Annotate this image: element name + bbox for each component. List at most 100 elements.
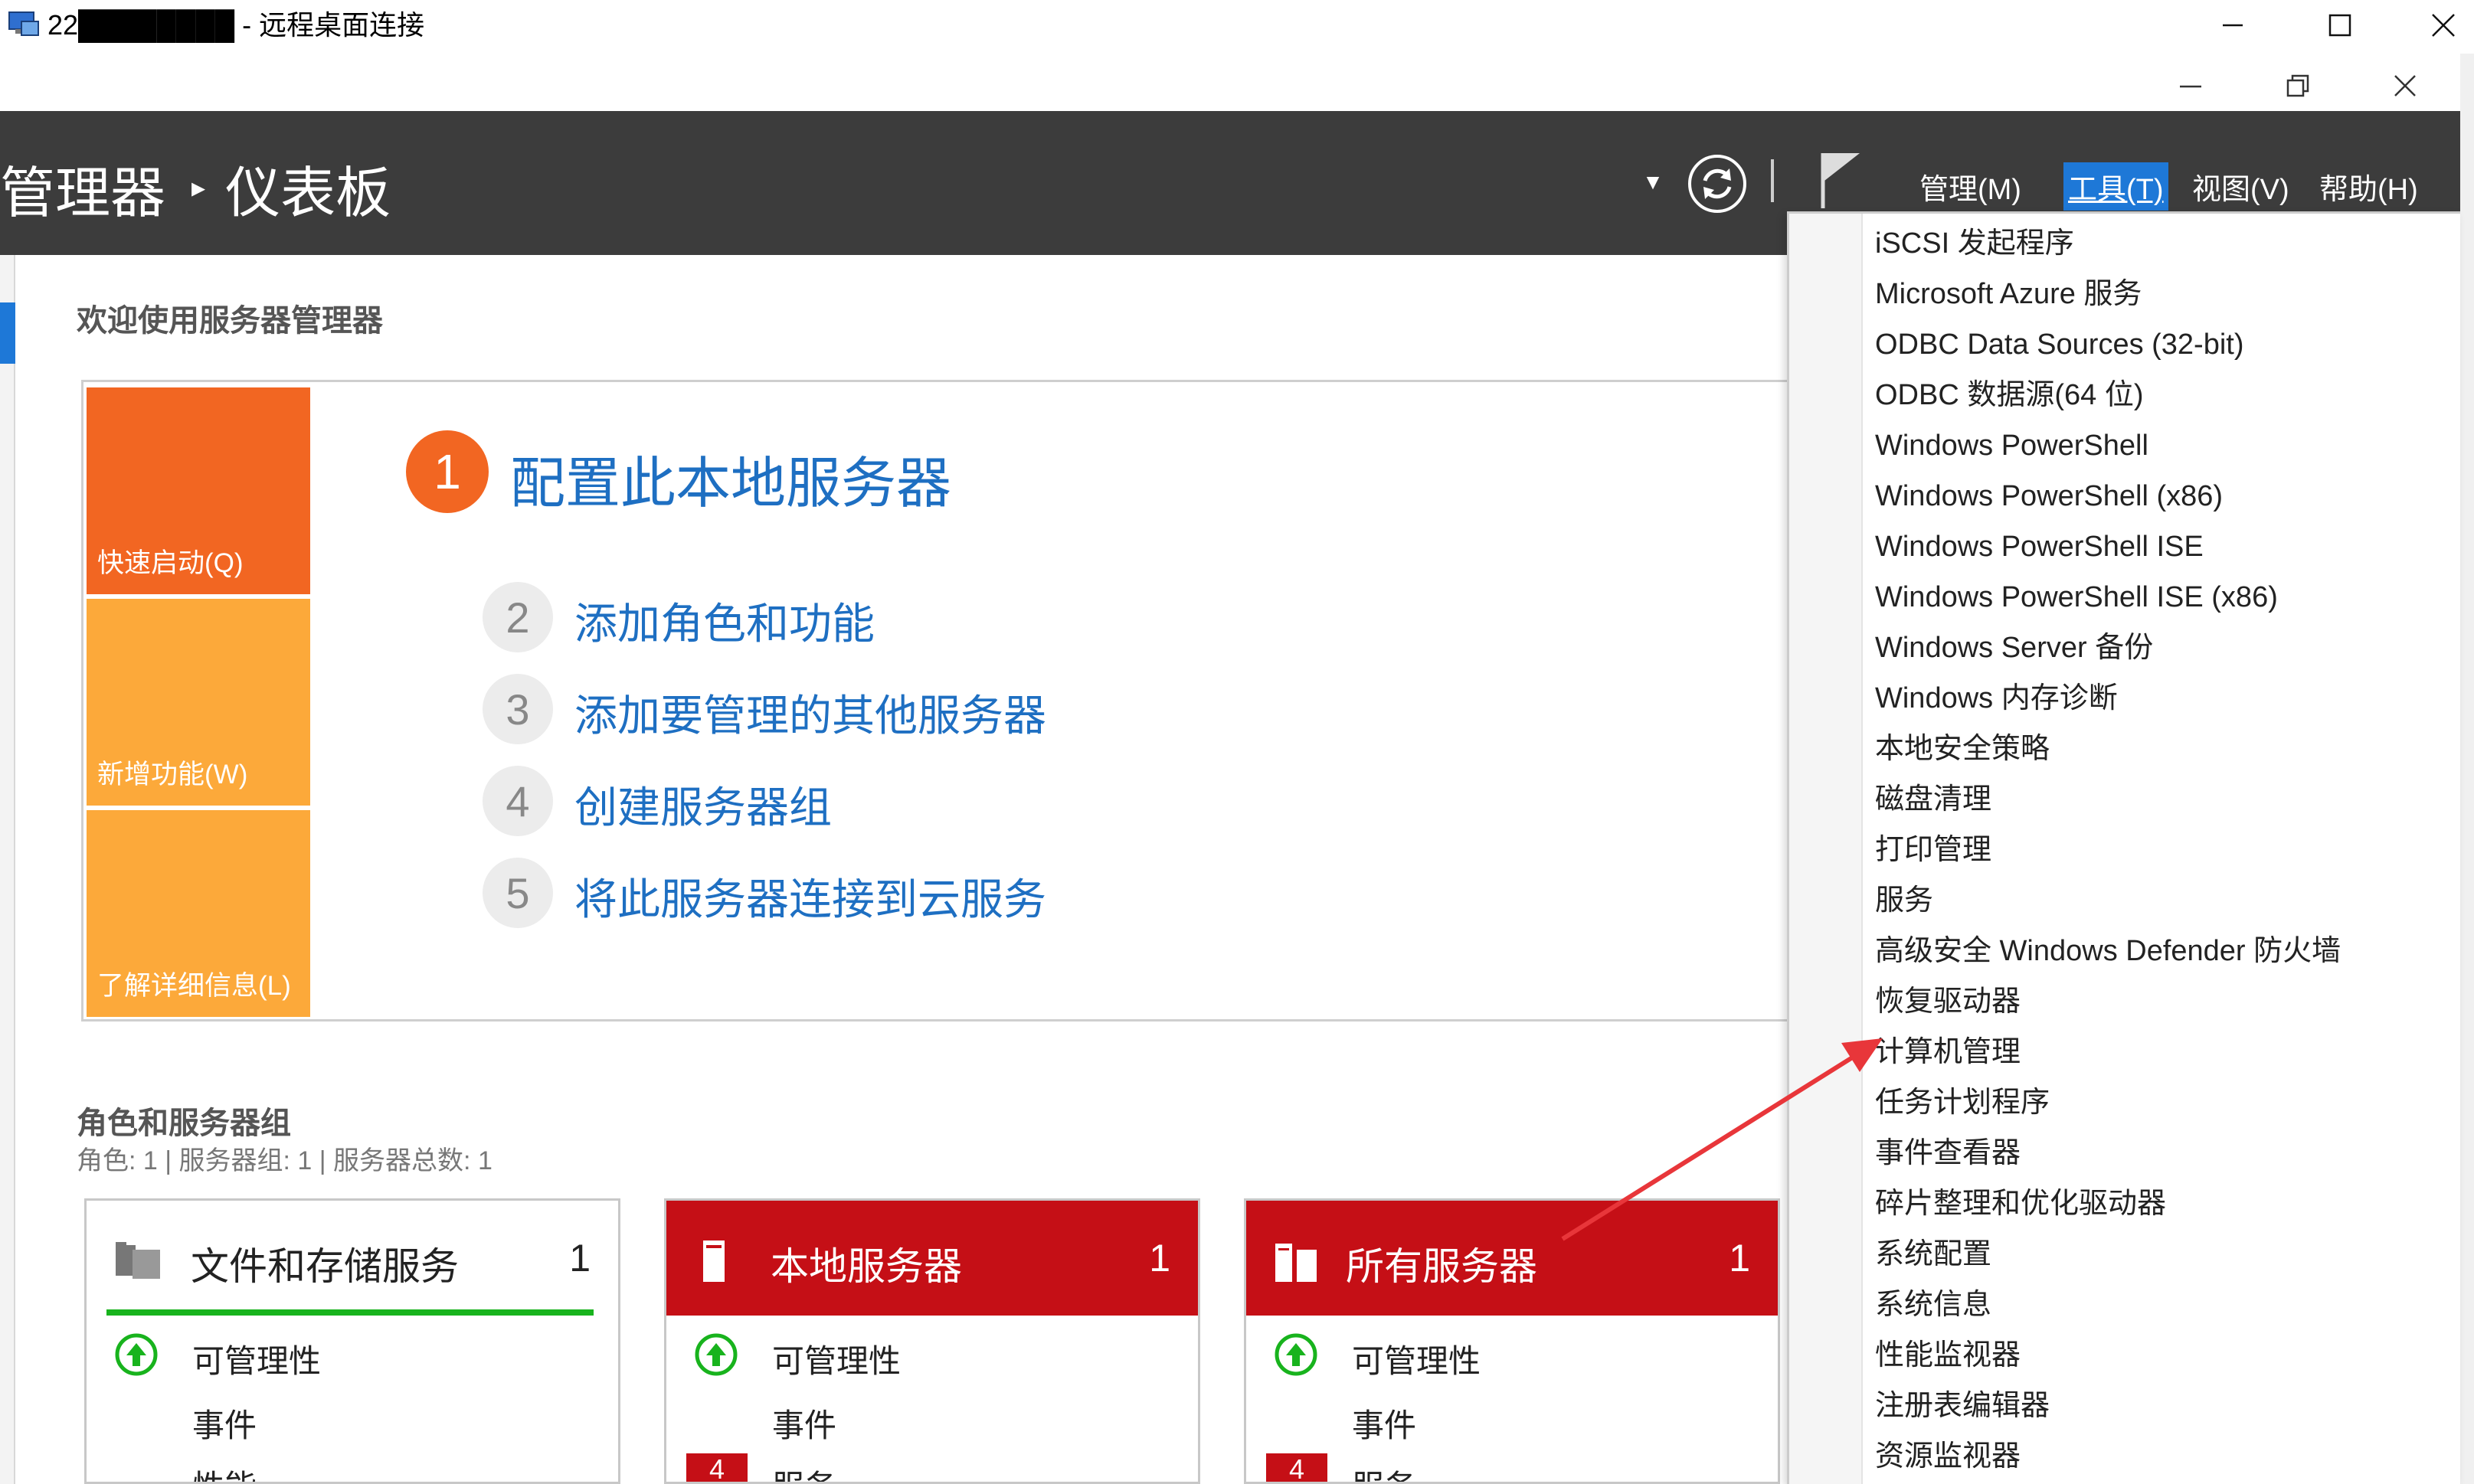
menu-item-powershell-x86[interactable]: Windows PowerShell (x86): [1875, 477, 2223, 515]
step-link-create-server-group[interactable]: 创建服务器组: [574, 773, 832, 835]
roles-summary: 角色: 1 | 服务器组: 1 | 服务器总数: 1: [77, 1146, 493, 1175]
welcome-title: 欢迎使用服务器管理器: [77, 304, 383, 338]
role-card-local-server[interactable]: 本地服务器 1 可管理性 事件 4 服务: [664, 1198, 1200, 1484]
close-icon: [2432, 14, 2455, 37]
menu-item-powershell-ise-x86[interactable]: Windows PowerShell ISE (x86): [1875, 578, 2278, 616]
role-row-manageability[interactable]: 可管理性: [772, 1335, 901, 1382]
menu-item-task-scheduler[interactable]: 任务计划程序: [1875, 1084, 2050, 1122]
step-link-connect-cloud[interactable]: 将此服务器连接到云服务: [574, 865, 1046, 927]
refresh-icon: [1688, 155, 1746, 213]
role-row-services[interactable]: 服务: [1352, 1461, 1416, 1482]
servers-icon: [1274, 1239, 1320, 1283]
nav-item-dashboard[interactable]: [0, 302, 15, 364]
file-storage-icon: [114, 1239, 163, 1282]
step-number: 3: [483, 674, 553, 744]
role-card-file-storage[interactable]: 文件和存储服务 1 可管理性 事件 性能: [84, 1198, 620, 1484]
maximize-button[interactable]: [2305, 0, 2374, 51]
menu-item-computer-management[interactable]: 计算机管理: [1875, 1033, 2021, 1071]
minimize-button[interactable]: [2198, 0, 2267, 51]
menu-manage[interactable]: 管理(M): [1915, 162, 2026, 211]
role-card-all-servers[interactable]: 所有服务器 1 可管理性 事件 4 服务: [1244, 1198, 1780, 1484]
minimize-icon: [2223, 24, 2243, 27]
vertical-scrollbar[interactable]: [2460, 54, 2474, 1484]
alert-count-badge: 4: [686, 1453, 748, 1482]
close-icon: [2394, 75, 2416, 96]
step-link-add-roles[interactable]: 添加角色和功能: [574, 590, 875, 652]
menu-item-defragment[interactable]: 碎片整理和优化驱动器: [1875, 1185, 2166, 1223]
notifications-flag-button[interactable]: [1817, 150, 1863, 211]
tile-quick-start-label: 快速启动(Q): [97, 548, 244, 578]
menu-help[interactable]: 帮助(H): [2315, 162, 2423, 211]
menu-item-odbc-64[interactable]: ODBC 数据源(64 位): [1875, 376, 2143, 414]
flag-icon: [1821, 153, 1860, 208]
inner-window-bar: [0, 54, 2460, 111]
menu-item-system-configuration[interactable]: 系统配置: [1875, 1235, 1991, 1273]
menu-item-disk-cleanup[interactable]: 磁盘清理: [1875, 780, 1991, 819]
inner-close-button[interactable]: [2374, 63, 2436, 109]
menu-tools[interactable]: 工具(T): [2063, 162, 2168, 211]
step-link-add-servers[interactable]: 添加要管理的其他服务器: [574, 682, 1046, 744]
menu-item-event-viewer[interactable]: 事件查看器: [1875, 1134, 2021, 1172]
remote-desktop-icon: [6, 8, 40, 41]
role-row-events[interactable]: 事件: [772, 1400, 836, 1446]
inner-minimize-button[interactable]: [2160, 63, 2221, 109]
menu-item-powershell[interactable]: Windows PowerShell: [1875, 427, 2148, 465]
role-card-count: 1: [1149, 1237, 1170, 1280]
menu-item-powershell-ise[interactable]: Windows PowerShell ISE: [1875, 528, 2204, 566]
breadcrumb-parent[interactable]: 管理器: [0, 148, 165, 228]
restore-icon: [2286, 74, 2309, 97]
tile-quick-start[interactable]: 快速启动(Q): [87, 387, 310, 594]
role-card-title: 文件和存储服务: [191, 1245, 459, 1288]
role-card-title: 所有服务器: [1346, 1245, 1537, 1288]
step-number: 4: [483, 766, 553, 836]
left-nav-pane: [0, 255, 15, 1484]
alert-count-badge: 4: [1266, 1453, 1327, 1482]
menu-item-performance-monitor[interactable]: 性能监视器: [1875, 1336, 2021, 1374]
role-card-count: 1: [1729, 1237, 1750, 1280]
menu-item-azure-services[interactable]: Microsoft Azure 服务: [1875, 275, 2142, 313]
menu-item-resource-monitor[interactable]: 资源监视器: [1875, 1437, 2021, 1476]
role-row-manageability[interactable]: 可管理性: [192, 1335, 321, 1382]
menu-item-odbc-32[interactable]: ODBC Data Sources (32-bit): [1875, 325, 2244, 364]
header-divider: [1771, 159, 1774, 202]
tile-learn-more-label: 了解详细信息(L): [97, 971, 291, 1001]
tile-learn-more[interactable]: 了解详细信息(L): [87, 810, 310, 1017]
maximize-icon: [2328, 14, 2351, 37]
step-number: 5: [483, 858, 553, 928]
role-row-events[interactable]: 事件: [192, 1400, 257, 1446]
inner-restore-button[interactable]: [2267, 63, 2328, 109]
step-number: 2: [483, 582, 553, 652]
menu-view[interactable]: 视图(V): [2188, 162, 2294, 211]
role-status-bar: [106, 1309, 594, 1316]
menu-item-local-security-policy[interactable]: 本地安全策略: [1875, 730, 2050, 768]
role-card-title: 本地服务器: [771, 1245, 962, 1288]
role-row-services[interactable]: 服务: [772, 1461, 836, 1482]
role-row-performance[interactable]: 性能: [192, 1461, 257, 1482]
server-icon: [702, 1239, 726, 1283]
menu-item-memory-diagnostic[interactable]: Windows 内存诊断: [1875, 679, 2118, 717]
dropdown-icon[interactable]: ▼: [1638, 170, 1668, 201]
refresh-button[interactable]: [1685, 152, 1749, 216]
status-ok-icon: [694, 1332, 738, 1377]
menu-item-system-information[interactable]: 系统信息: [1875, 1286, 1991, 1324]
menu-icon-gutter: [1789, 214, 1863, 1484]
menu-item-server-backup[interactable]: Windows Server 备份: [1875, 629, 2153, 667]
menu-item-print-management[interactable]: 打印管理: [1875, 831, 1991, 869]
rdp-window-title: 22████████ - 远程桌面连接: [47, 9, 425, 41]
tools-dropdown-menu: iSCSI 发起程序 Microsoft Azure 服务 ODBC Data …: [1787, 211, 2460, 1484]
menu-item-iscsi-initiator[interactable]: iSCSI 发起程序: [1875, 224, 2074, 263]
role-card-count: 1: [569, 1237, 591, 1280]
menu-item-defender-firewall[interactable]: 高级安全 Windows Defender 防火墙: [1875, 932, 2341, 970]
role-row-manageability[interactable]: 可管理性: [1352, 1335, 1481, 1382]
status-ok-icon: [1274, 1332, 1318, 1377]
menu-item-services[interactable]: 服务: [1875, 881, 1933, 920]
tile-whats-new-label: 新增功能(W): [97, 760, 248, 789]
breadcrumb: 管理器 ▸ 仪表板: [0, 149, 391, 226]
role-row-events[interactable]: 事件: [1352, 1400, 1416, 1446]
breadcrumb-separator-icon: ▸: [191, 172, 206, 203]
close-button[interactable]: [2413, 0, 2474, 51]
menu-item-registry-editor[interactable]: 注册表编辑器: [1875, 1387, 2050, 1425]
tile-whats-new[interactable]: 新增功能(W): [87, 599, 310, 806]
menu-item-recovery-drive[interactable]: 恢复驱动器: [1875, 982, 2021, 1021]
step-link-configure-local-server[interactable]: 配置此本地服务器: [510, 438, 951, 518]
